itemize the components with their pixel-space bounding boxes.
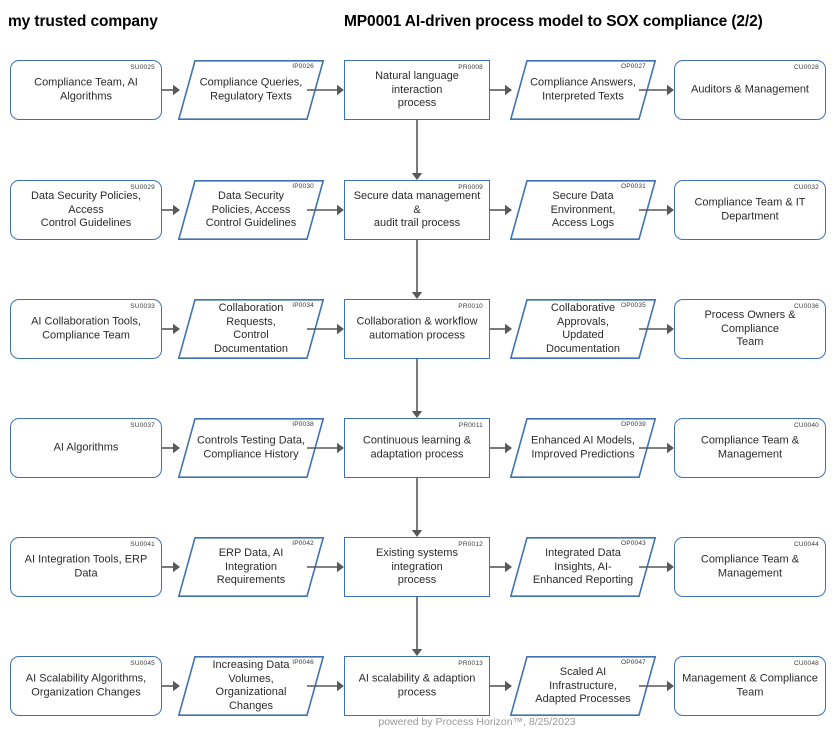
node-process-pr0011[interactable]: PR0011 Continuous learning & adaptation p… <box>344 418 490 478</box>
node-customer-cu0036[interactable]: CU0036 Process Owners & Compliance Team <box>674 299 826 359</box>
arrow-process-2-to-3 <box>411 240 423 299</box>
node-supplier-su0041[interactable]: SU0041 AI Integration Tools, ERP Data <box>10 537 162 597</box>
node-label: Collaboration Requests, Control Document… <box>214 302 288 355</box>
node-label: Natural language interaction process <box>375 69 459 109</box>
node-process-pr0008[interactable]: PR0008 Natural language interaction proce… <box>344 60 490 120</box>
node-label: Integrated Data Insights, AI- Enhanced R… <box>532 546 634 586</box>
node-code: IP0026 <box>292 63 314 70</box>
node-output-op0035[interactable]: OP0035 Collaborative Approvals, Updated D… <box>510 299 656 359</box>
node-label: Increasing Data Volumes, Organizational … <box>212 659 290 712</box>
node-label: Compliance Answers, Interpreted Texts <box>530 76 636 103</box>
node-label: Compliance Queries, Regulatory Texts <box>199 76 303 103</box>
arrow-process-5-to-6 <box>411 597 423 656</box>
node-customer-cu0028[interactable]: CU0028 Auditors & Management <box>674 60 826 120</box>
node-label: Compliance Team & Management <box>700 434 800 461</box>
node-label: Continuous learning & adaptation process <box>362 434 472 461</box>
node-customer-cu0044[interactable]: CU0044 Compliance Team & Management <box>674 537 826 597</box>
node-supplier-su0045[interactable]: SU0045 AI Scalability Algorithms, Organiz… <box>10 656 162 716</box>
node-label: AI Integration Tools, ERP Data <box>24 553 148 580</box>
company-title: my trusted company <box>8 13 158 30</box>
arrow-process-3-to-4 <box>411 359 423 418</box>
node-supplier-su0029[interactable]: SU0029 Data Security Policies, Access Con… <box>10 180 162 240</box>
node-label: AI Scalability Algorithms, Organization … <box>25 672 147 699</box>
node-label: Secure data management & audit trail pro… <box>353 189 481 229</box>
node-label: AI Algorithms <box>53 441 119 454</box>
node-process-pr0013[interactable]: PR0013 AI scalability & adaption process <box>344 656 490 716</box>
node-code: OP0027 <box>620 63 646 70</box>
node-code: SU0033 <box>130 303 155 310</box>
node-process-pr0010[interactable]: PR0010 Collaboration & workflow automatio… <box>344 299 490 359</box>
process-model-diagram: my trusted company MP0001 AI-driven proc… <box>0 0 836 740</box>
node-label: Data Security Policies, Access Control G… <box>205 189 297 229</box>
node-customer-cu0040[interactable]: CU0040 Compliance Team & Management <box>674 418 826 478</box>
node-label: Management & Compliance Team <box>682 672 818 699</box>
node-supplier-su0033[interactable]: SU0033 AI Collaboration Tools, Compliance… <box>10 299 162 359</box>
node-label: Enhanced AI Models, Improved Predictions <box>531 434 635 461</box>
node-label: Secure Data Environment, Access Logs <box>550 189 616 229</box>
node-input-ip0038[interactable]: IP0038 Controls Testing Data, Compliance … <box>178 418 324 478</box>
arrow-process-1-to-2 <box>411 120 423 180</box>
node-label: Data Security Policies, Access Control G… <box>30 189 142 229</box>
node-code: OP0039 <box>620 421 646 428</box>
node-supplier-su0025[interactable]: SU0025 Compliance Team, AI Algorithms <box>10 60 162 120</box>
node-label: Scaled AI Infrastructure, Adapted Proces… <box>535 665 631 705</box>
footer: powered by Process Horizon™, 8/25/2023 <box>0 716 836 728</box>
node-label: Compliance Team, AI Algorithms <box>34 76 138 103</box>
node-label: Compliance Team & Management <box>700 553 800 580</box>
node-code: CU0040 <box>793 422 819 429</box>
node-label: Compliance Team & IT Department <box>694 196 806 223</box>
node-output-op0047[interactable]: OP0047 Scaled AI Infrastructure, Adapted … <box>510 656 656 716</box>
node-label: Controls Testing Data, Compliance Histor… <box>196 434 306 461</box>
node-label: Collaboration & workflow automation proc… <box>356 315 478 342</box>
node-output-op0043[interactable]: OP0043 Integrated Data Insights, AI- Enha… <box>510 537 656 597</box>
node-customer-cu0032[interactable]: CU0032 Compliance Team & IT Department <box>674 180 826 240</box>
node-supplier-su0037[interactable]: SU0037 AI Algorithms <box>10 418 162 478</box>
node-label: Auditors & Management <box>690 83 809 96</box>
node-output-op0031[interactable]: OP0031 Secure Data Environment, Access Lo… <box>510 180 656 240</box>
node-input-ip0030[interactable]: IP0030 Data Security Policies, Access Con… <box>178 180 324 240</box>
node-process-pr0012[interactable]: PR0012 Existing systems integration proce… <box>344 537 490 597</box>
node-customer-cu0048[interactable]: CU0048 Management & Compliance Team <box>674 656 826 716</box>
node-label: ERP Data, AI Integration Requirements <box>216 546 286 586</box>
node-code: CU0028 <box>793 64 819 71</box>
node-input-ip0042[interactable]: IP0042 ERP Data, AI Integration Requireme… <box>178 537 324 597</box>
node-label: Collaborative Approvals, Updated Documen… <box>546 302 620 355</box>
node-label: Existing systems integration process <box>376 546 458 586</box>
node-code: SU0045 <box>130 660 155 667</box>
node-label: AI scalability & adaption process <box>358 672 476 699</box>
node-output-op0027[interactable]: OP0027 Compliance Answers, Interpreted Te… <box>510 60 656 120</box>
node-label: Process Owners & Compliance Team <box>704 308 796 348</box>
node-code: CU0044 <box>793 541 819 548</box>
node-output-op0039[interactable]: OP0039 Enhanced AI Models, Improved Predi… <box>510 418 656 478</box>
node-label: AI Collaboration Tools, Compliance Team <box>31 315 141 342</box>
node-code: PR0013 <box>458 660 483 667</box>
node-code: PR0010 <box>458 303 483 310</box>
node-code: CU0048 <box>793 660 819 667</box>
node-process-pr0009[interactable]: PR0009 Secure data management & audit tra… <box>344 180 490 240</box>
node-code: SU0025 <box>130 64 155 71</box>
node-input-ip0026[interactable]: IP0026 Compliance Queries, Regulatory Tex… <box>178 60 324 120</box>
node-code: PR0011 <box>458 422 483 429</box>
footer-text: powered by Process Horizon™, 8/25/2023 <box>378 716 576 728</box>
node-input-ip0034[interactable]: IP0034 Collaboration Requests, Control Do… <box>178 299 324 359</box>
arrow-process-4-to-5 <box>411 478 423 537</box>
node-code: SU0037 <box>130 422 155 429</box>
node-code: CU0032 <box>793 184 819 191</box>
node-input-ip0046[interactable]: IP0046 Increasing Data Volumes, Organizat… <box>178 656 324 716</box>
node-code: IP0038 <box>292 421 314 428</box>
node-code: SU0041 <box>130 541 155 548</box>
model-title: MP0001 AI-driven process model to SOX co… <box>344 13 763 30</box>
